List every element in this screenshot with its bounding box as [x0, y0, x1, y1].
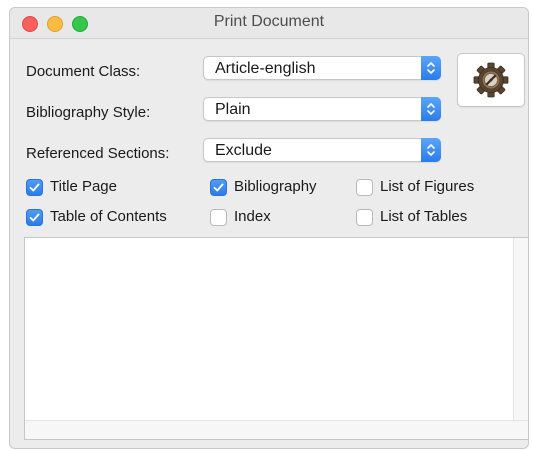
option-list-of-figures[interactable]: List of Figures — [356, 178, 516, 198]
vertical-scrollbar[interactable] — [513, 238, 528, 422]
option-table-of-contents[interactable]: Table of Contents — [26, 208, 206, 228]
index-label: Index — [234, 208, 271, 225]
checkmark-icon — [29, 183, 40, 192]
option-index[interactable]: Index — [210, 208, 310, 228]
bibliography-checkbox[interactable] — [210, 179, 227, 196]
settings-button[interactable] — [457, 53, 525, 107]
window-title: Print Document — [213, 13, 325, 30]
bibliography-style-value: Plain — [215, 101, 251, 118]
checkmark-icon — [29, 213, 40, 222]
list-of-figures-checkbox[interactable] — [356, 179, 373, 196]
checkmark-icon — [213, 183, 224, 192]
table-of-contents-checkbox[interactable] — [26, 209, 43, 226]
index-checkbox[interactable] — [210, 209, 227, 226]
option-title-page[interactable]: Title Page — [26, 178, 196, 198]
updown-chevron-icon — [421, 138, 441, 162]
bibliography-label: Bibliography — [234, 178, 317, 195]
list-of-figures-label: List of Figures — [380, 178, 475, 195]
titlebar[interactable]: Print Document — [10, 8, 528, 39]
referenced-sections-label: Referenced Sections: — [26, 145, 170, 162]
option-bibliography[interactable]: Bibliography — [210, 178, 350, 198]
updown-chevron-icon — [421, 97, 441, 121]
output-text-area[interactable] — [24, 237, 528, 440]
title-page-label: Title Page — [50, 178, 117, 195]
document-class-label: Document Class: — [26, 63, 141, 80]
horizontal-scrollbar[interactable] — [25, 420, 528, 439]
updown-chevron-icon — [421, 56, 441, 80]
option-list-of-tables[interactable]: List of Tables — [356, 208, 516, 228]
print-document-window: Print Document Document Class: Article-e… — [10, 8, 528, 448]
document-class-popup[interactable]: Article-english — [203, 56, 441, 80]
document-class-value: Article-english — [215, 60, 316, 77]
table-of-contents-label: Table of Contents — [50, 208, 167, 225]
bibliography-style-label: Bibliography Style: — [26, 104, 151, 121]
referenced-sections-value: Exclude — [215, 142, 272, 159]
referenced-sections-popup[interactable]: Exclude — [203, 138, 441, 162]
list-of-tables-checkbox[interactable] — [356, 209, 373, 226]
bibliography-style-popup[interactable]: Plain — [203, 97, 441, 121]
list-of-tables-label: List of Tables — [380, 208, 468, 225]
title-page-checkbox[interactable] — [26, 179, 43, 196]
